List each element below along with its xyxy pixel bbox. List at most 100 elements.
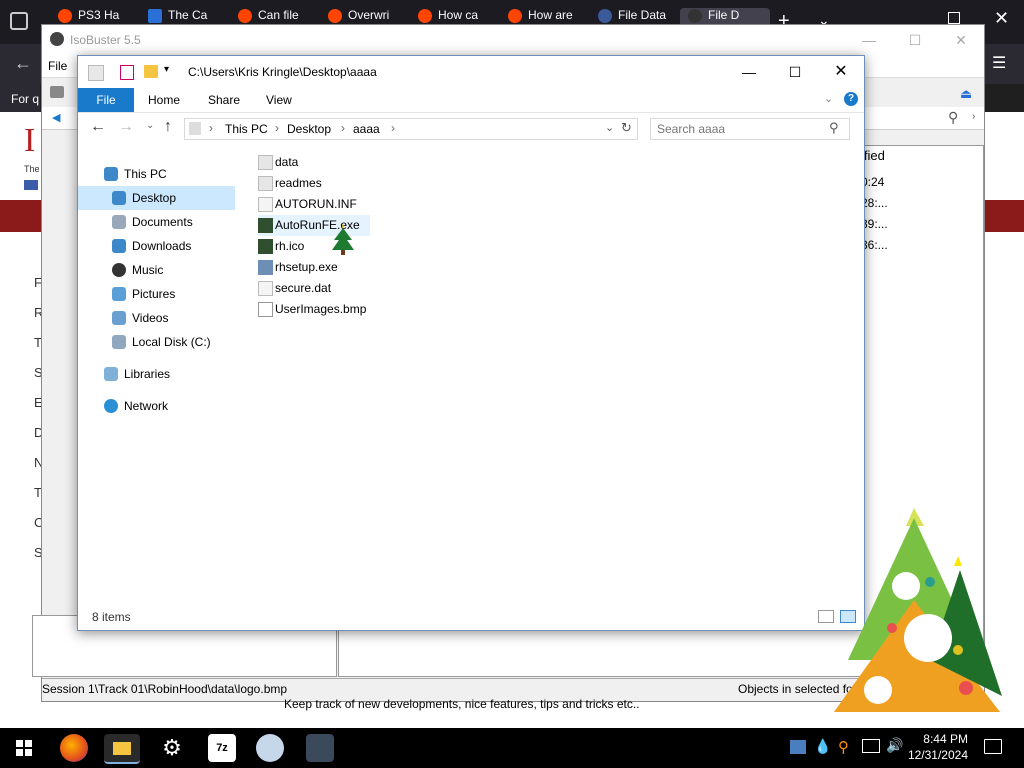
- quick-access-dropdown-icon[interactable]: ▾: [164, 64, 169, 75]
- file-icon: [258, 197, 273, 212]
- expand-ribbon-icon[interactable]: ⌄: [824, 92, 833, 105]
- modified-cell: 28:...: [861, 196, 888, 210]
- search-box[interactable]: Search aaaa ⚲: [650, 118, 850, 140]
- back-arrow-icon[interactable]: ←: [14, 53, 32, 74]
- setup-icon: [258, 260, 273, 275]
- libraries-icon: [104, 367, 118, 381]
- close-icon[interactable]: ✕: [994, 8, 1009, 29]
- tray-app-icon[interactable]: [790, 740, 806, 754]
- christmas-tree-decoration: [834, 508, 1002, 712]
- triangle-left-icon[interactable]: ◀: [52, 111, 60, 124]
- nav-desktop[interactable]: Desktop: [78, 186, 235, 210]
- breadcrumb-separator-icon[interactable]: ›: [391, 121, 395, 135]
- search-icon[interactable]: ⚲: [829, 120, 839, 136]
- list-item[interactable]: secure.dat: [258, 278, 368, 299]
- flag-icon[interactable]: [24, 180, 38, 190]
- restore-icon[interactable]: [948, 12, 960, 24]
- start-button[interactable]: [16, 740, 32, 756]
- menu-file[interactable]: File: [48, 59, 67, 73]
- close-button[interactable]: ✕: [818, 56, 864, 88]
- firefox-icon[interactable]: [60, 734, 88, 762]
- site-icon: [598, 8, 612, 23]
- file-explorer-taskbar-button[interactable]: [104, 734, 140, 764]
- properties-icon[interactable]: [120, 65, 134, 80]
- list-item[interactable]: rhsetup.exe: [258, 257, 368, 278]
- breadcrumb-aaaa[interactable]: aaaa: [353, 122, 380, 136]
- folder-icon: [113, 742, 131, 755]
- tab-file[interactable]: File: [78, 88, 134, 112]
- breadcrumb-separator-icon[interactable]: ›: [209, 121, 213, 135]
- bookmarks-bar: For q: [0, 84, 40, 112]
- file-list: data readmes AUTORUN.INF AutoRunFE.exe r…: [258, 152, 858, 452]
- nav-downloads[interactable]: Downloads: [78, 234, 235, 258]
- isobuster-app-icon: [50, 32, 64, 46]
- nav-libraries[interactable]: Libraries: [78, 362, 235, 386]
- nav-documents[interactable]: Documents: [78, 210, 235, 234]
- breadcrumb-separator-icon[interactable]: ›: [275, 121, 279, 135]
- reddit-icon: [58, 8, 72, 23]
- notifications-icon[interactable]: [984, 739, 1002, 754]
- tab-view[interactable]: View: [256, 88, 302, 112]
- list-item[interactable]: AUTORUN.INF: [258, 194, 368, 215]
- minimize-button[interactable]: —: [726, 56, 772, 88]
- computer-icon: [104, 167, 118, 181]
- close-button[interactable]: ✕: [946, 29, 976, 51]
- chevron-right-icon[interactable]: ›: [972, 111, 975, 122]
- list-item[interactable]: UserImages.bmp: [258, 299, 378, 320]
- bitmap-icon: [258, 302, 273, 317]
- recent-locations-icon[interactable]: ⌄: [146, 120, 154, 131]
- breadcrumb-separator-icon[interactable]: ›: [341, 121, 345, 135]
- nav-music[interactable]: Music: [78, 258, 235, 282]
- windows-logo-icon: [16, 740, 32, 756]
- app-icon[interactable]: [256, 734, 284, 762]
- 7zip-icon[interactable]: 7z: [208, 734, 236, 762]
- settings-gear-icon[interactable]: ⚙: [158, 734, 186, 762]
- nav-this-pc[interactable]: This PC: [78, 162, 235, 186]
- system-clock[interactable]: 8:44 PM 12/31/2024: [908, 731, 968, 763]
- image-icon: [258, 239, 273, 254]
- minimize-button[interactable]: —: [854, 29, 884, 51]
- site-logo: I: [24, 122, 36, 159]
- back-arrow-icon[interactable]: ←: [90, 118, 106, 136]
- drive-icon[interactable]: [50, 86, 64, 98]
- isobuster-titlebar: IsoBuster 5.5 — ☐ ✕: [42, 25, 984, 55]
- maximize-button[interactable]: ☐: [900, 29, 930, 51]
- network-tray-icon[interactable]: [862, 739, 880, 753]
- nav-local-disk[interactable]: Local Disk (C:): [78, 330, 235, 354]
- list-item[interactable]: data: [258, 152, 368, 173]
- address-dropdown-icon[interactable]: ⌄: [605, 121, 614, 134]
- address-bar[interactable]: › This PC › Desktop › aaaa › ⌄ ↻: [184, 118, 638, 140]
- isobuster-taskbar-icon[interactable]: [306, 734, 334, 762]
- modified-cell: 36:...: [861, 238, 888, 252]
- downloads-icon: [112, 239, 126, 253]
- disk-icon: [112, 335, 126, 349]
- new-folder-icon[interactable]: [144, 65, 158, 78]
- help-icon[interactable]: ?: [844, 92, 858, 106]
- refresh-icon[interactable]: ↻: [621, 120, 632, 136]
- site-icon: [688, 8, 702, 23]
- eject-icon[interactable]: ⏏: [960, 86, 972, 102]
- nav-pictures[interactable]: Pictures: [78, 282, 235, 306]
- search-input[interactable]: Search aaaa: [657, 122, 725, 136]
- tab-home[interactable]: Home: [138, 88, 190, 112]
- isobuster-title: IsoBuster 5.5: [70, 33, 141, 47]
- breadcrumb-desktop[interactable]: Desktop: [287, 122, 331, 136]
- tab-overview-icon[interactable]: [10, 12, 28, 30]
- breadcrumb-this-pc[interactable]: This PC: [225, 122, 268, 136]
- menu-icon[interactable]: ☰: [992, 53, 1006, 73]
- tab-share[interactable]: Share: [198, 88, 250, 112]
- nav-videos[interactable]: Videos: [78, 306, 235, 330]
- tray-drop-icon[interactable]: 💧: [814, 738, 831, 755]
- documents-icon: [112, 215, 126, 229]
- maximize-button[interactable]: ☐: [772, 56, 818, 88]
- search-icon[interactable]: ⚲: [948, 109, 958, 126]
- volume-icon[interactable]: 🔊: [886, 737, 903, 754]
- item-count: 8 items: [92, 610, 131, 624]
- bookmark-item[interactable]: For q: [11, 92, 39, 106]
- list-item[interactable]: readmes: [258, 173, 368, 194]
- explorer-app-icon: [88, 65, 104, 81]
- tray-search-icon[interactable]: ⚲: [838, 738, 849, 756]
- nav-network[interactable]: Network: [78, 394, 235, 418]
- up-arrow-icon[interactable]: ↑: [164, 118, 172, 136]
- forward-arrow-icon[interactable]: →: [118, 118, 134, 136]
